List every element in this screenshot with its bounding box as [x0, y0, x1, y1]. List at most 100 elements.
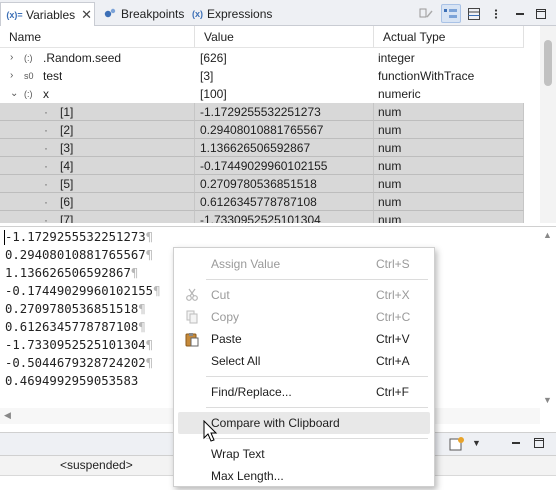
variable-type: integer — [378, 51, 415, 65]
element-row[interactable]: · [3] 1.136626506592867 num — [0, 139, 524, 157]
function-icon: s0 — [24, 71, 34, 81]
element-row[interactable]: · [5] 0.2709780536851518 num — [0, 175, 524, 193]
detail-scrollbar[interactable]: ▲ ▼ — [540, 227, 556, 409]
tree-dot: · — [44, 177, 48, 191]
element-row[interactable]: · [1] -1.1729255532251273 num — [0, 103, 524, 121]
tree-dot: · — [44, 195, 48, 209]
element-type: num — [378, 105, 402, 119]
variable-type: numeric — [378, 87, 421, 101]
element-type: num — [378, 141, 402, 155]
variable-value: [3] — [200, 69, 214, 83]
variable-row[interactable]: › s0 test [3] functionWithTrace — [0, 67, 524, 85]
element-index: [5] — [60, 177, 74, 191]
minimize-icon[interactable] — [510, 4, 530, 23]
tree-dot: · — [44, 141, 48, 155]
menu-item-assign-value[interactable]: Assign Value Ctrl+S — [174, 253, 434, 275]
context-menu: Assign Value Ctrl+S Cut Ctrl+X Copy Ctrl… — [173, 247, 435, 487]
maximize-icon[interactable] — [531, 4, 551, 23]
menu-item-select-all[interactable]: Select All Ctrl+A — [174, 350, 434, 372]
close-icon[interactable]: ✕ — [81, 8, 92, 21]
expand-chevron-icon[interactable]: › — [10, 67, 13, 85]
menu-separator — [206, 279, 428, 280]
variables-tree[interactable]: Name Value Actual Type › (:) .Random.see… — [0, 26, 556, 223]
vector-icon: (:) — [24, 53, 33, 63]
new-view-icon[interactable] — [448, 436, 468, 453]
element-index: [2] — [60, 123, 74, 137]
tab-variables[interactable]: (x)= Variables ✕ — [0, 2, 95, 27]
menu-item-copy[interactable]: Copy Ctrl+C — [174, 306, 434, 328]
element-row[interactable]: · [6] 0.6126345778787108 num — [0, 193, 524, 211]
element-row[interactable]: · [7] -1.7330952525101304 num — [0, 211, 524, 223]
collapse-chevron-icon[interactable]: ⌄ — [10, 85, 18, 103]
variable-row[interactable]: ⌄ (:) x [100] numeric — [0, 85, 524, 103]
dropdown-arrow-icon[interactable]: ▼ — [472, 438, 481, 448]
element-value: 0.6126345778787108 — [200, 195, 317, 209]
tab-expressions[interactable]: (x) Expressions — [186, 2, 278, 26]
show-type-names-icon[interactable] — [441, 4, 461, 23]
element-index: [7] — [60, 213, 74, 223]
breakpoints-icon — [103, 7, 117, 21]
menu-item-max-length[interactable]: Max Length... — [174, 465, 434, 487]
element-type: num — [378, 195, 402, 209]
element-type: num — [378, 213, 402, 223]
status-text: <suspended> — [60, 458, 133, 472]
element-type: num — [378, 159, 402, 173]
menu-separator — [206, 407, 428, 408]
detail-line: 1.136626506592867¶ — [5, 266, 139, 280]
column-header-name[interactable]: Name — [0, 26, 195, 48]
scroll-down-icon[interactable]: ▼ — [543, 395, 552, 405]
element-row[interactable]: · [4] -0.17449029960102155 num — [0, 157, 524, 175]
scroll-up-icon[interactable]: ▲ — [543, 230, 552, 240]
maximize-icon[interactable] — [533, 436, 545, 453]
variables-icon: (x)= — [6, 10, 23, 20]
column-header-value[interactable]: Value — [195, 26, 374, 48]
scroll-left-icon[interactable]: ◀ — [4, 410, 11, 421]
detail-line: -0.17449029960102155¶ — [5, 284, 161, 298]
menu-separator — [206, 438, 428, 439]
text-caret — [4, 230, 5, 245]
variable-name: test — [43, 69, 63, 83]
tree-dot: · — [44, 213, 48, 223]
column-header-type[interactable]: Actual Type — [374, 26, 524, 48]
menu-separator — [206, 376, 428, 377]
variable-value: [100] — [200, 87, 227, 101]
tree-scrollbar-thumb[interactable] — [544, 40, 552, 86]
element-type: num — [378, 123, 402, 137]
copy-icon — [184, 309, 200, 325]
tree-scrollbar[interactable] — [540, 26, 556, 223]
expressions-icon: (x) — [192, 9, 203, 19]
variable-row[interactable]: › (:) .Random.seed [626] integer — [0, 49, 524, 67]
element-row[interactable]: · [2] 0.29408010881765567 num — [0, 121, 524, 139]
element-index: [4] — [60, 159, 74, 173]
detail-line: -1.1729255532251273¶ — [5, 230, 154, 244]
tab-expressions-label: Expressions — [207, 7, 273, 21]
variable-name: x — [43, 87, 49, 101]
tab-variables-label: Variables — [26, 8, 76, 22]
element-value: -1.1729255532251273 — [200, 105, 321, 119]
detail-line: 0.2709780536851518¶ — [5, 302, 146, 316]
element-value: -1.7330952525101304 — [200, 213, 321, 223]
menu-item-paste[interactable]: Paste Ctrl+V — [174, 328, 434, 350]
tree-dot: · — [44, 123, 48, 137]
tab-breakpoints[interactable]: Breakpoints — [97, 2, 185, 26]
element-index: [6] — [60, 195, 74, 209]
collapse-all-icon[interactable] — [416, 4, 436, 23]
minimize-icon[interactable] — [510, 436, 522, 453]
element-value: 0.29408010881765567 — [200, 123, 324, 137]
detail-line: -1.7330952525101304¶ — [5, 338, 154, 352]
variable-name: .Random.seed — [43, 51, 122, 65]
variable-type: functionWithTrace — [378, 69, 475, 83]
layout-icon[interactable] — [464, 4, 484, 23]
vector-icon: (:) — [24, 89, 33, 99]
tree-dot: · — [44, 105, 48, 119]
cut-icon — [184, 287, 200, 303]
expand-chevron-icon[interactable]: › — [10, 49, 13, 67]
element-value: -0.17449029960102155 — [200, 159, 328, 173]
element-value: 0.2709780536851518 — [200, 177, 317, 191]
variable-value: [626] — [200, 51, 227, 65]
menu-item-find-replace[interactable]: Find/Replace... Ctrl+F — [174, 381, 434, 403]
view-menu-icon[interactable] — [486, 4, 506, 23]
menu-item-cut[interactable]: Cut Ctrl+X — [174, 284, 434, 306]
detail-line: 0.4694992959053583 — [5, 374, 139, 388]
element-type: num — [378, 177, 402, 191]
